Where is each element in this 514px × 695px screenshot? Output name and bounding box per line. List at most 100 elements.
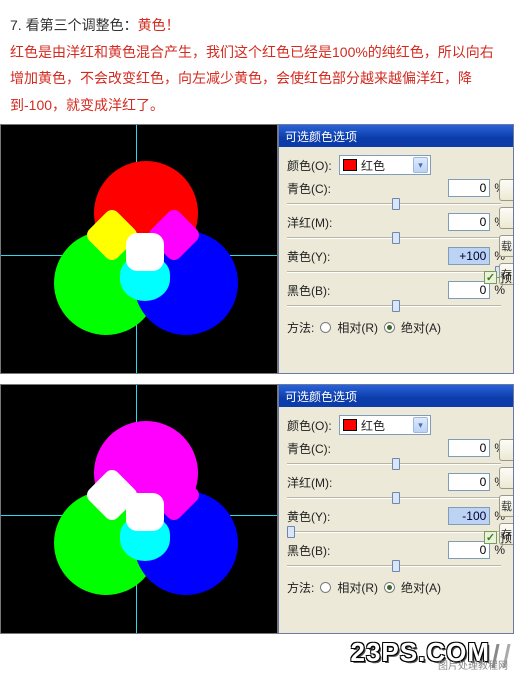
radio-relative-label: 相对(R) <box>337 579 378 596</box>
method-row: 方法: 相对(R) 绝对(A) <box>287 579 507 596</box>
watermark-logo: 23PS.COM <box>351 637 509 668</box>
slider-black: 黑色(B): % <box>287 281 507 313</box>
chevron-down-icon[interactable]: ▾ <box>413 417 428 433</box>
slider-cyan-track[interactable] <box>287 197 505 211</box>
color-select-value: 红色 <box>361 157 385 174</box>
pen-icon <box>491 644 510 668</box>
color-select[interactable]: 红色 ▾ <box>339 155 431 175</box>
radio-relative[interactable] <box>320 322 331 333</box>
dialog-body: 颜色(O): 红色 ▾ 青色(C): % <box>279 147 513 373</box>
venn-diagram-2 <box>54 421 244 611</box>
slider-yellow-label: 黄色(Y): <box>287 248 330 265</box>
watermark-bar: 23PS.COM 图片处理教程网 <box>0 634 514 670</box>
panel-row-1: 可选颜色选项 颜色(O): 红色 ▾ 青色(C): <box>0 124 514 374</box>
slider-yellow-label: 黄色(Y): <box>287 508 330 525</box>
slider-magenta-input[interactable] <box>448 473 490 491</box>
radio-relative-label: 相对(R) <box>337 319 378 336</box>
radio-absolute-label: 绝对(A) <box>401 579 441 596</box>
color-select-label: 颜色(O): <box>287 157 339 174</box>
slider-cyan: 青色(C): % <box>287 179 507 211</box>
cancel-button[interactable] <box>499 467 513 489</box>
slider-cyan-track[interactable] <box>287 457 505 471</box>
slider-yellow: 黄色(Y): % <box>287 247 507 279</box>
slider-black-label: 黑色(B): <box>287 542 330 559</box>
dialog-body: 颜色(O): 红色 ▾ 青色(C): % <box>279 407 513 633</box>
slider-yellow: 黄色(Y): % <box>287 507 507 539</box>
slider-black: 黑色(B): % <box>287 541 507 573</box>
slider-black-label: 黑色(B): <box>287 282 330 299</box>
dialog-title: 可选颜色选项 <box>285 388 357 405</box>
method-row: 方法: 相对(R) 绝对(A) <box>287 319 507 336</box>
method-label: 方法: <box>287 319 314 336</box>
slider-yellow-input[interactable] <box>448 247 490 265</box>
slider-cyan: 青色(C): % <box>287 439 507 471</box>
ok-button[interactable] <box>499 179 513 201</box>
watermark-subtext: 图片处理教程网 <box>438 657 508 672</box>
preview-check-row: ✓ 预 <box>484 529 512 546</box>
selective-color-dialog-2: 可选颜色选项 颜色(O): 红色 ▾ 青色(C): <box>278 384 514 634</box>
panels-container: 可选颜色选项 颜色(O): 红色 ▾ 青色(C): <box>0 124 514 634</box>
method-label: 方法: <box>287 579 314 596</box>
slider-cyan-input[interactable] <box>448 439 490 457</box>
dialog-title: 可选颜色选项 <box>285 128 357 145</box>
watermark-text: 23PS.COM <box>351 637 491 668</box>
slider-thumb[interactable] <box>287 526 295 538</box>
slider-magenta-label: 洋红(M): <box>287 214 332 231</box>
slider-yellow-input[interactable] <box>448 507 490 525</box>
load-button[interactable]: 载 <box>499 235 513 257</box>
overlap-white <box>126 233 164 271</box>
slider-thumb[interactable] <box>392 458 400 470</box>
slider-magenta-label: 洋红(M): <box>287 474 332 491</box>
dialog-titlebar: 可选颜色选项 <box>279 125 513 147</box>
color-select[interactable]: 红色 ▾ <box>339 415 431 435</box>
line1-emphasis: 黄色！ <box>138 17 180 33</box>
slider-magenta-track[interactable] <box>287 231 505 245</box>
line1-prefix: 7. 看第三个调整色： <box>10 17 138 33</box>
venn-diagram-1 <box>54 161 244 351</box>
panel-row-2: 可选颜色选项 颜色(O): 红色 ▾ 青色(C): <box>0 384 514 634</box>
slider-magenta: 洋红(M): % <box>287 473 507 505</box>
color-swatch-red <box>343 159 357 171</box>
slider-thumb[interactable] <box>392 300 400 312</box>
slider-thumb[interactable] <box>392 492 400 504</box>
canvas-area-1 <box>0 124 278 374</box>
article-line-2: 红色是由洋红和黄色混合产生，我们这个红色已经是100%的纯红色，所以向右增加黄色… <box>10 39 504 119</box>
slider-yellow-track[interactable] <box>287 525 505 539</box>
preview-label: 预 <box>500 529 512 546</box>
slider-magenta-input[interactable] <box>448 213 490 231</box>
article-text: 7. 看第三个调整色：黄色！ 红色是由洋红和黄色混合产生，我们这个红色已经是10… <box>0 0 514 124</box>
dialog-titlebar: 可选颜色选项 <box>279 385 513 407</box>
color-select-row: 颜色(O): 红色 ▾ <box>287 155 507 175</box>
slider-cyan-label: 青色(C): <box>287 180 331 197</box>
radio-relative[interactable] <box>320 582 331 593</box>
slider-black-track[interactable] <box>287 299 505 313</box>
article-line-1: 7. 看第三个调整色：黄色！ <box>10 12 504 39</box>
color-swatch-red <box>343 419 357 431</box>
canvas-area-2 <box>0 384 278 634</box>
slider-thumb[interactable] <box>392 232 400 244</box>
slider-yellow-track[interactable] <box>287 265 505 279</box>
slider-magenta-track[interactable] <box>287 491 505 505</box>
slider-black-track[interactable] <box>287 559 505 573</box>
preview-checkbox[interactable]: ✓ <box>484 531 497 544</box>
ok-button[interactable] <box>499 439 513 461</box>
radio-absolute[interactable] <box>384 582 395 593</box>
chevron-down-icon[interactable]: ▾ <box>413 157 428 173</box>
preview-label: 预 <box>500 269 512 286</box>
color-select-value: 红色 <box>361 417 385 434</box>
slider-cyan-input[interactable] <box>448 179 490 197</box>
preview-check-row: ✓ 预 <box>484 269 512 286</box>
load-button[interactable]: 载 <box>499 495 513 517</box>
slider-magenta: 洋红(M): % <box>287 213 507 245</box>
radio-absolute[interactable] <box>384 322 395 333</box>
selective-color-dialog-1: 可选颜色选项 颜色(O): 红色 ▾ 青色(C): <box>278 124 514 374</box>
cancel-button[interactable] <box>499 207 513 229</box>
radio-absolute-label: 绝对(A) <box>401 319 441 336</box>
preview-checkbox[interactable]: ✓ <box>484 271 497 284</box>
color-select-row: 颜色(O): 红色 ▾ <box>287 415 507 435</box>
slider-thumb[interactable] <box>392 560 400 572</box>
slider-thumb[interactable] <box>392 198 400 210</box>
slider-cyan-label: 青色(C): <box>287 440 331 457</box>
overlap-white <box>126 493 164 531</box>
color-select-label: 颜色(O): <box>287 417 339 434</box>
